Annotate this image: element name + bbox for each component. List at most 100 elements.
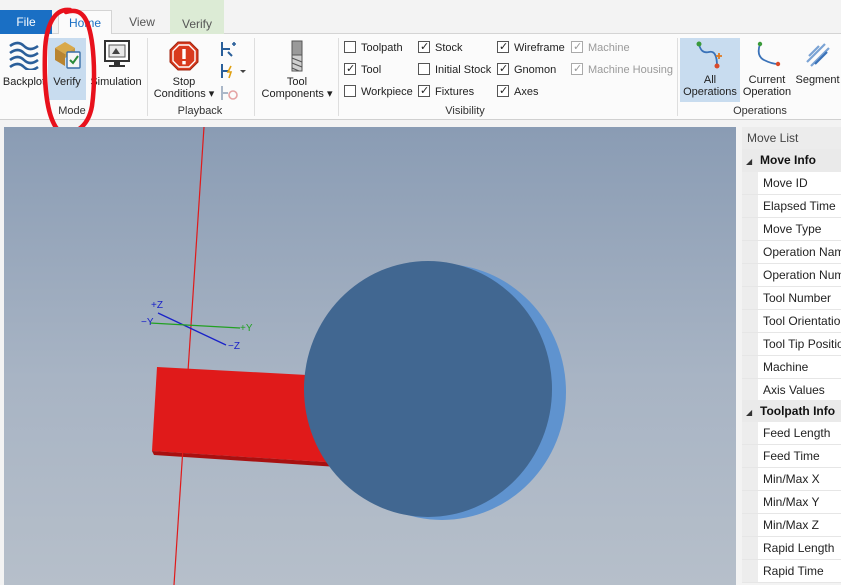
axis-line — [173, 127, 205, 585]
playback-speed-icon[interactable] — [218, 62, 248, 80]
list-item-label: Tool Tip Position — [763, 337, 841, 351]
stop-conditions-label-1: Stop — [172, 76, 196, 88]
initial-stock-checkbox[interactable]: Initial Stock — [418, 62, 491, 78]
current-operation-icon — [757, 41, 781, 67]
section-move-info[interactable]: ◢ Move Info — [742, 149, 841, 172]
stock-cylinder-face — [304, 261, 552, 517]
tab-verify[interactable]: Verify — [170, 0, 224, 34]
gnomon-plus-z: +Z — [151, 300, 163, 311]
list-item-label: Tool Orientation — [763, 314, 841, 328]
all-operations-label-2: Operations — [683, 86, 737, 98]
machine-checkbox: Machine — [571, 39, 630, 56]
stock-checkbox[interactable]: Stock — [418, 39, 463, 56]
all-operations-button[interactable]: All Operations — [680, 40, 740, 98]
list-item[interactable]: Operation Number — [742, 264, 841, 287]
verify-viewport[interactable]: +Z −Y +Y −Z — [4, 127, 736, 585]
ribbon-tab-bar: File Home View Verify — [0, 0, 841, 35]
fixtures-checkbox-label: Fixtures — [435, 86, 475, 98]
axes-checkbox[interactable]: Axes — [497, 83, 539, 100]
fixtures-checkbox[interactable]: Fixtures — [418, 83, 475, 100]
tool-components-label-2: Components ▾ — [261, 88, 333, 100]
list-item-label: Min/Max Y — [763, 495, 820, 509]
list-item[interactable]: Min/Max Z — [742, 514, 841, 537]
checkbox-box[interactable] — [418, 83, 430, 99]
initial-stock-checkbox-label: Initial Stock — [435, 64, 492, 76]
workpiece-checkbox[interactable]: Workpiece — [344, 84, 413, 100]
ribbon-separator — [677, 38, 678, 116]
playback-group-label: Playback — [177, 105, 223, 117]
current-operation-button[interactable]: Current Operation — [740, 40, 794, 98]
list-item-label: Rapid Length — [763, 541, 835, 555]
step-forward-icon[interactable] — [218, 40, 240, 58]
checkbox-box[interactable] — [497, 61, 509, 77]
end-mill-icon — [291, 40, 303, 72]
reset-playback-icon[interactable] — [218, 84, 240, 102]
collapse-triangle-icon[interactable]: ◢ — [746, 151, 760, 172]
list-item[interactable]: Machine — [742, 356, 841, 379]
gnomon-plus-y: +Y — [240, 323, 253, 334]
list-item-label: Operation Name — [763, 245, 841, 259]
list-item[interactable]: Min/Max X — [742, 468, 841, 491]
section-toolpath-info[interactable]: ◢ Toolpath Info — [742, 400, 841, 423]
wireframe-checkbox[interactable]: Wireframe — [497, 39, 565, 56]
checkbox-box — [571, 61, 583, 77]
list-item[interactable]: Move ID — [742, 172, 841, 195]
current-operation-label-1: Current — [748, 74, 786, 86]
list-item[interactable]: Elapsed Time — [742, 195, 841, 218]
tool-components-button[interactable]: Tool Components ▾ — [258, 40, 336, 100]
section-title: Move Info — [760, 153, 816, 167]
scene-canvas[interactable]: +Z −Y +Y −Z — [4, 127, 736, 585]
checkbox-box[interactable] — [344, 61, 356, 77]
stop-conditions-button[interactable]: Stop Conditions ▾ — [152, 40, 216, 100]
list-item[interactable]: Operation Name — [742, 241, 841, 264]
checkbox-box[interactable] — [497, 83, 509, 99]
list-item[interactable]: Feed Length — [742, 422, 841, 445]
tab-view[interactable]: View — [116, 10, 168, 34]
ribbon-home: Backplot Verify Simulation Mode Stop Con… — [0, 34, 841, 120]
list-item-label: Move Type — [763, 222, 822, 236]
machine-checkbox-label: Machine — [588, 42, 630, 54]
toolpath-checkbox[interactable]: Toolpath — [344, 40, 403, 56]
list-item-label: Axis Values — [763, 383, 825, 397]
list-item[interactable]: Rapid Length — [742, 537, 841, 560]
stop-conditions-label-2: Conditions ▾ — [153, 88, 215, 100]
list-item-label: Machine — [763, 360, 809, 374]
gnomon-minus-y: −Y — [141, 317, 154, 328]
section-title: Toolpath Info — [760, 404, 836, 418]
list-item[interactable]: Move Type — [742, 218, 841, 241]
segment-label: Segment — [795, 74, 840, 86]
workpiece-checkbox-label: Workpiece — [361, 86, 413, 98]
list-item-label: Rapid Time — [763, 564, 824, 578]
machine-housing-checkbox: Machine Housing — [571, 61, 673, 78]
list-item[interactable]: Rapid Time — [742, 560, 841, 583]
list-item-label: Tool Number — [763, 291, 832, 305]
checkbox-box[interactable] — [418, 63, 430, 75]
checkbox-box[interactable] — [344, 85, 356, 97]
gnomon-y-axis — [149, 322, 241, 329]
move-list-panel: Move List ◢ Move Info Move ID Elapsed Tim… — [742, 127, 841, 585]
toolpath-checkbox-label: Toolpath — [361, 42, 403, 54]
list-item[interactable]: Axis Values — [742, 379, 841, 402]
checkbox-box[interactable] — [418, 39, 430, 55]
visibility-group-label: Visibility — [445, 105, 485, 117]
list-item[interactable]: Min/Max Y — [742, 491, 841, 514]
collapse-triangle-icon[interactable]: ◢ — [746, 402, 760, 423]
wireframe-checkbox-label: Wireframe — [514, 42, 565, 54]
all-operations-icon — [696, 41, 722, 69]
axes-checkbox-label: Axes — [514, 86, 539, 98]
list-item[interactable]: Feed Time — [742, 445, 841, 468]
gnomon-checkbox[interactable]: Gnomon — [497, 61, 556, 78]
checkbox-box[interactable] — [497, 39, 509, 55]
list-item[interactable]: Tool Tip Position — [742, 333, 841, 356]
all-operations-label-1: All — [703, 74, 717, 86]
list-item-label: Feed Time — [763, 449, 820, 463]
tool-checkbox-label: Tool — [361, 64, 382, 76]
list-item[interactable]: Tool Number — [742, 287, 841, 310]
title-strip — [0, 0, 841, 10]
tool-checkbox[interactable]: Tool — [344, 61, 382, 78]
list-item-label: Min/Max Z — [763, 518, 820, 532]
checkbox-box[interactable] — [344, 41, 356, 53]
list-item-label: Elapsed Time — [763, 199, 836, 213]
segment-button[interactable]: Segment — [794, 40, 841, 86]
list-item[interactable]: Tool Orientation — [742, 310, 841, 333]
